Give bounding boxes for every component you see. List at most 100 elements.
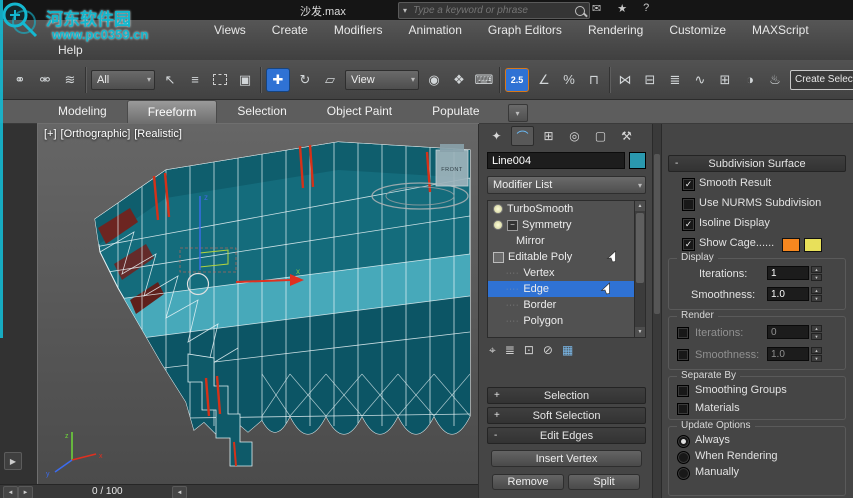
scroll-up-button[interactable]: ▲: [635, 201, 645, 211]
schematic-view-icon[interactable]: ⊞: [715, 69, 735, 91]
object-color-swatch[interactable]: [629, 152, 646, 169]
stack-item-edge[interactable]: ···· Edge: [488, 281, 645, 297]
menu-rendering[interactable]: Rendering: [588, 23, 643, 37]
display-iterations-field[interactable]: 1: [767, 266, 809, 280]
viewport-menu-general[interactable]: [+]: [44, 128, 57, 140]
select-by-name-icon[interactable]: ≡: [185, 69, 205, 91]
render-setup-icon[interactable]: ♨: [765, 69, 785, 91]
modifier-list-dropdown[interactable]: Modifier List ▾: [487, 176, 646, 194]
timeline-scroll-left-button[interactable]: ◄: [3, 486, 18, 498]
use-nurms-checkbox[interactable]: [682, 198, 695, 211]
spin-down-icon[interactable]: ▼: [811, 333, 822, 340]
search-input[interactable]: [411, 4, 571, 17]
insert-vertex-button[interactable]: Insert Vertex: [491, 450, 642, 467]
spin-down-icon[interactable]: ▼: [811, 295, 822, 302]
render-iterations-spinner[interactable]: ▲ ▼: [811, 325, 822, 340]
motion-tab[interactable]: ◎: [563, 126, 586, 146]
visibility-bulb-icon[interactable]: [493, 220, 503, 230]
use-pivot-point-center-icon[interactable]: ◉: [424, 69, 444, 91]
stack-item-mirror[interactable]: Mirror: [488, 233, 645, 249]
spin-down-icon[interactable]: ▼: [811, 274, 822, 281]
display-iterations-spinner[interactable]: ▲ ▼: [811, 266, 822, 281]
visibility-bulb-icon[interactable]: [493, 204, 503, 214]
align-icon[interactable]: ⊟: [640, 69, 660, 91]
menu-create[interactable]: Create: [272, 23, 308, 37]
smoothing-groups-checkbox[interactable]: [677, 385, 689, 397]
create-selection-set-button[interactable]: Create Selection S: [790, 69, 853, 90]
make-unique-icon[interactable]: ⊡: [524, 343, 534, 358]
when-rendering-radio[interactable]: [677, 451, 690, 464]
ribbon-options-dropdown[interactable]: ▾: [507, 104, 528, 122]
chevron-down-icon[interactable]: ▾: [403, 6, 407, 15]
stack-item-turbosmooth[interactable]: TurboSmooth: [488, 201, 639, 217]
rollout-subdivision-surface[interactable]: - Subdivision Surface: [668, 155, 846, 172]
spin-down-icon[interactable]: ▼: [811, 355, 822, 362]
ribbon-tab-freeform[interactable]: Freeform: [126, 100, 218, 123]
select-and-link-icon[interactable]: ⚭: [10, 69, 30, 91]
stack-item-editable-poly[interactable]: Editable Poly: [488, 249, 639, 265]
stack-item-symmetry[interactable]: − Symmetry: [488, 217, 639, 233]
mirror-icon[interactable]: ⋈: [615, 69, 635, 91]
unlink-selection-icon[interactable]: ⚮: [35, 69, 55, 91]
rectangular-selection-region-icon[interactable]: [210, 69, 230, 91]
communication-center-icon[interactable]: ✉: [592, 2, 601, 15]
menu-modifiers[interactable]: Modifiers: [334, 23, 383, 37]
ribbon-tab-populate[interactable]: Populate: [412, 100, 499, 123]
previous-frame-button[interactable]: ◄: [172, 486, 187, 498]
menu-graph-editors[interactable]: Graph Editors: [488, 23, 562, 37]
show-cage-checkbox[interactable]: [682, 238, 695, 251]
collapse-box-icon[interactable]: −: [507, 219, 518, 231]
keyboard-shortcut-override-icon[interactable]: ⌨: [474, 69, 494, 91]
select-and-move-icon[interactable]: ✚: [266, 67, 290, 92]
select-and-rotate-icon[interactable]: ↻: [295, 69, 315, 91]
help-icon[interactable]: ?: [643, 2, 649, 15]
spin-up-icon[interactable]: ▲: [811, 287, 822, 294]
display-tab[interactable]: ▢: [589, 126, 612, 146]
stack-item-vertex[interactable]: ···· Vertex: [488, 265, 645, 281]
material-editor-icon[interactable]: ◑: [740, 69, 760, 91]
percent-snap-toggle-icon[interactable]: %: [559, 69, 579, 91]
display-smoothness-field[interactable]: 1.0: [767, 287, 809, 301]
menu-help[interactable]: Help: [58, 43, 83, 57]
selection-filter-dropdown[interactable]: All ▾: [91, 69, 155, 90]
window-crossing-toggle-icon[interactable]: ▣: [235, 69, 255, 91]
split-button[interactable]: Split: [568, 474, 640, 490]
menu-views[interactable]: Views: [214, 23, 246, 37]
select-and-scale-icon[interactable]: ▱: [320, 69, 340, 91]
layer-manager-icon[interactable]: ≣: [665, 69, 685, 91]
scrollbar-thumb[interactable]: [636, 213, 644, 283]
remove-button[interactable]: Remove: [492, 474, 564, 490]
always-radio[interactable]: [677, 435, 690, 448]
render-smoothness-spinner[interactable]: ▲ ▼: [811, 347, 822, 362]
viewport-menu-pov[interactable]: [Orthographic]: [61, 128, 131, 140]
spin-up-icon[interactable]: ▲: [811, 266, 822, 273]
expand-arrow-button[interactable]: ▶: [4, 452, 22, 470]
modify-tab[interactable]: ⌒: [511, 126, 534, 146]
bind-to-space-warp-icon[interactable]: ≋: [60, 69, 80, 91]
manually-radio[interactable]: [677, 467, 690, 480]
show-end-result-icon[interactable]: ≣: [505, 343, 515, 358]
timeline-scroll-right-button[interactable]: ►: [18, 486, 33, 498]
utilities-tab[interactable]: ⚒: [615, 126, 638, 146]
track-bar[interactable]: ◄ ► 0 / 100 ◄: [0, 484, 478, 498]
object-name-field[interactable]: Line004: [487, 152, 625, 169]
ribbon-tab-modeling[interactable]: Modeling: [38, 100, 127, 123]
ribbon-tab-object-paint[interactable]: Object Paint: [307, 100, 412, 123]
scrollbar-thumb[interactable]: [654, 154, 660, 314]
ribbon-tab-selection[interactable]: Selection: [217, 100, 306, 123]
stack-item-polygon[interactable]: ···· Polygon: [488, 313, 645, 329]
angle-snap-toggle-icon[interactable]: ∠: [534, 69, 554, 91]
rollout-soft-selection[interactable]: + Soft Selection: [487, 407, 646, 424]
create-tab[interactable]: ✦: [485, 126, 508, 146]
cage-selected-color-swatch[interactable]: [804, 238, 822, 252]
menu-animation[interactable]: Animation: [409, 23, 462, 37]
menu-maxscript[interactable]: MAXScript: [752, 23, 809, 37]
render-iterations-checkbox[interactable]: [677, 327, 689, 339]
favorites-icon[interactable]: ★: [617, 2, 627, 15]
render-iterations-field[interactable]: 0: [767, 325, 809, 339]
cage-color-swatch[interactable]: [782, 238, 800, 252]
stack-scrollbar[interactable]: ▲ ▼: [634, 201, 645, 337]
curve-editor-icon[interactable]: ∿: [690, 69, 710, 91]
search-icon[interactable]: [575, 5, 585, 16]
menu-customize[interactable]: Customize: [669, 23, 726, 37]
